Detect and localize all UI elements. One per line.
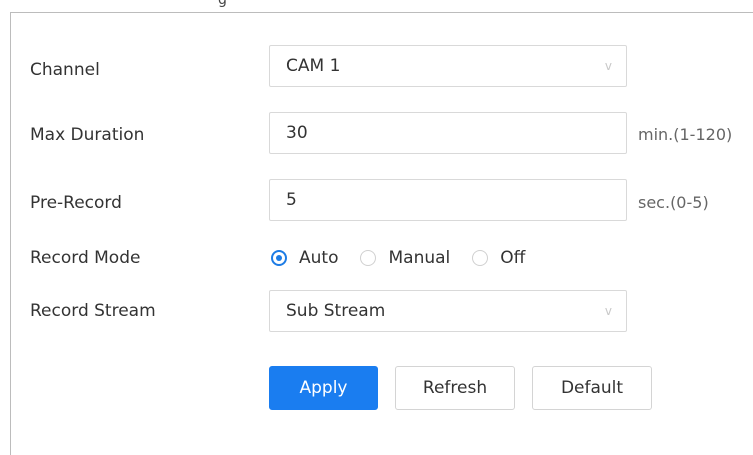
pre-record-input[interactable]: 5 (269, 179, 627, 221)
page-title-text: g (218, 0, 227, 8)
refresh-button[interactable]: Refresh (395, 366, 515, 410)
pre-record-value: 5 (286, 190, 297, 210)
record-stream-label: Record Stream (30, 301, 156, 321)
record-mode-off-label: Off (500, 248, 526, 268)
pre-record-unit: sec.(0-5) (638, 193, 709, 212)
max-duration-unit: min.(1-120) (638, 125, 733, 144)
max-duration-label: Max Duration (30, 125, 145, 145)
page-title-fragment: g (0, 0, 753, 12)
record-mode-auto-label: Auto (299, 248, 339, 268)
radio-unchecked-icon (472, 250, 489, 266)
channel-label: Channel (30, 60, 100, 80)
max-duration-input[interactable]: 30 (269, 112, 627, 154)
pre-record-label: Pre-Record (30, 193, 122, 213)
chevron-down-icon: v (604, 304, 612, 318)
record-mode-off-radio[interactable]: Off (472, 248, 525, 268)
record-mode-auto-radio[interactable]: Auto (271, 248, 338, 268)
record-mode-label: Record Mode (30, 248, 141, 268)
record-mode-manual-label: Manual (388, 248, 451, 268)
record-settings-page: g Channel CAM 1 v Max Duration 30 min.(1… (0, 0, 753, 455)
radio-checked-icon (271, 250, 287, 266)
default-button[interactable]: Default (532, 366, 652, 410)
record-stream-select[interactable]: Sub Stream v (269, 290, 627, 332)
channel-select[interactable]: CAM 1 v (269, 45, 627, 87)
radio-unchecked-icon (360, 250, 377, 266)
record-mode-radio-group: Auto Manual Off (271, 247, 547, 269)
record-stream-select-value: Sub Stream (286, 301, 386, 321)
channel-select-value: CAM 1 (286, 56, 341, 76)
max-duration-value: 30 (286, 123, 308, 143)
chevron-down-icon: v (604, 59, 612, 73)
record-mode-manual-radio[interactable]: Manual (360, 248, 450, 268)
apply-button[interactable]: Apply (269, 366, 378, 410)
